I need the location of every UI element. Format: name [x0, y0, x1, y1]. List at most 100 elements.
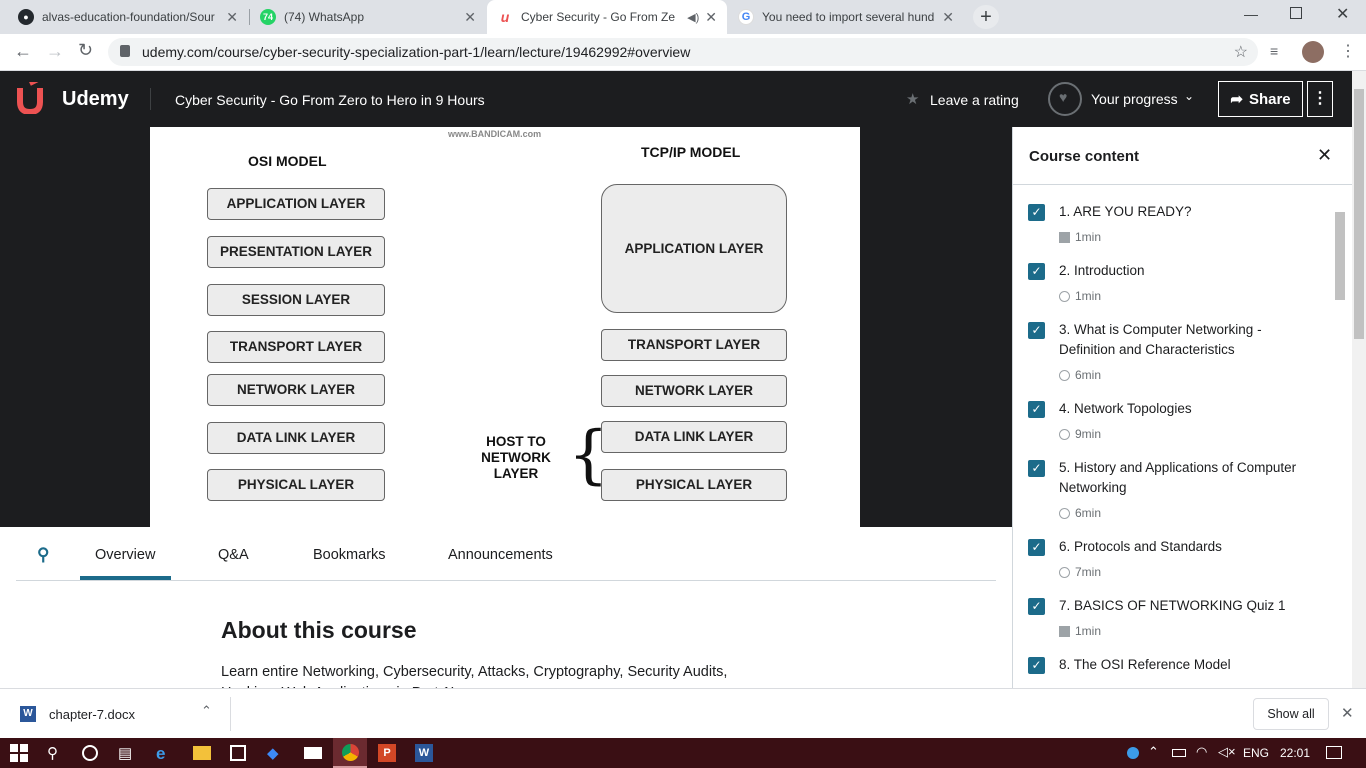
page-scrollbar[interactable]: [1352, 71, 1366, 688]
sidebar-scrollbar[interactable]: [1335, 192, 1345, 682]
item-title: 2. Introduction: [1059, 263, 1145, 278]
volume-muted-icon[interactable]: ◁×: [1218, 744, 1236, 760]
chevron-down-icon[interactable]: ⌄: [1184, 89, 1194, 103]
help-icon[interactable]: [1127, 747, 1139, 759]
checkbox-checked[interactable]: ✓: [1028, 204, 1045, 221]
video-player[interactable]: www.BANDICAM.com OSI MODEL TCP/IP MODEL …: [0, 127, 1012, 527]
profile-avatar[interactable]: [1302, 41, 1324, 63]
browser-tab-whatsapp[interactable]: 74 (74) WhatsApp ✕: [250, 0, 486, 34]
windows-start-icon[interactable]: [10, 744, 28, 762]
browser-tab-github[interactable]: ● alvas-education-foundation/Sour ✕: [8, 0, 248, 34]
about-text-line: Learn entire Networking, Cybersecurity, …: [221, 664, 728, 680]
tab-qa[interactable]: Q&A: [218, 547, 249, 563]
tab-overview[interactable]: Overview: [95, 547, 155, 563]
leave-rating-button[interactable]: Leave a rating: [930, 92, 1019, 108]
mail-icon[interactable]: [304, 747, 322, 759]
browser-tab-google[interactable]: G You need to import several hund ✕: [728, 0, 964, 34]
checkbox-checked[interactable]: ✓: [1028, 598, 1045, 615]
clock[interactable]: 22:01: [1280, 746, 1310, 760]
reload-icon[interactable]: ↻: [78, 40, 93, 61]
tcp-layer: TRANSPORT LAYER: [601, 329, 787, 361]
play-icon: [1059, 428, 1070, 440]
play-icon: [1059, 507, 1070, 519]
item-title: 6. Protocols and Standards: [1059, 539, 1222, 554]
tab-announcements[interactable]: Announcements: [448, 547, 553, 563]
dropbox-icon[interactable]: ◆: [267, 744, 285, 762]
forward-icon[interactable]: →: [46, 41, 64, 62]
more-options-button[interactable]: ⋮: [1307, 81, 1333, 117]
your-progress-button[interactable]: Your progress: [1091, 91, 1178, 107]
store-icon[interactable]: [230, 745, 246, 761]
host-to-network-label: HOST TO NETWORK LAYER: [481, 434, 551, 481]
browser-tab-udemy[interactable]: u Cyber Security - Go From Ze ◀) ✕: [487, 0, 727, 34]
tcp-layer: PHYSICAL LAYER: [601, 469, 787, 501]
new-tab-button[interactable]: +: [973, 5, 999, 29]
tcp-layer: DATA LINK LAYER: [601, 421, 787, 453]
word-file-icon: W: [20, 706, 36, 722]
address-bar[interactable]: udemy.com/course/cyber-security-speciali…: [108, 38, 1258, 66]
chevron-up-icon[interactable]: ⌃: [1148, 744, 1159, 760]
browser-toolbar: ← → ↻ udemy.com/course/cyber-security-sp…: [0, 34, 1366, 71]
checkbox-checked[interactable]: ✓: [1028, 322, 1045, 339]
item-title: 7. BASICS OF NETWORKING Quiz 1: [1059, 598, 1286, 613]
item-meta: 9min: [1059, 427, 1101, 441]
word-icon[interactable]: W: [415, 744, 433, 762]
bookmark-star-icon[interactable]: ☆: [1234, 42, 1248, 62]
checkbox-checked[interactable]: ✓: [1028, 539, 1045, 556]
battery-icon[interactable]: [1172, 749, 1186, 757]
item-meta: 1min: [1059, 289, 1101, 303]
language-indicator[interactable]: ENG: [1243, 746, 1269, 760]
google-icon: G: [738, 9, 754, 25]
udemy-header: Udemy Cyber Security - Go From Zero to H…: [0, 71, 1352, 127]
wifi-icon[interactable]: ◠: [1196, 744, 1207, 760]
item-meta: 1min: [1059, 230, 1101, 244]
play-icon: [1059, 566, 1070, 578]
close-tab-icon[interactable]: ✕: [705, 9, 717, 26]
play-icon: [1059, 290, 1070, 302]
chrome-taskbar-button[interactable]: [333, 738, 367, 768]
udemy-logo-text[interactable]: Udemy: [62, 88, 129, 111]
close-tab-icon[interactable]: ✕: [226, 9, 238, 26]
close-tab-icon[interactable]: ✕: [464, 9, 476, 26]
powerpoint-icon[interactable]: P: [378, 744, 396, 762]
course-title[interactable]: Cyber Security - Go From Zero to Hero in…: [175, 92, 485, 108]
file-icon: [1059, 625, 1070, 637]
active-tab-indicator: [80, 576, 171, 580]
checkbox-checked[interactable]: ✓: [1028, 401, 1045, 418]
checkbox-checked[interactable]: ✓: [1028, 263, 1045, 280]
share-button[interactable]: ➦ Share: [1218, 81, 1303, 117]
browser-menu-icon[interactable]: ⋮: [1340, 41, 1356, 61]
osi-layer: DATA LINK LAYER: [207, 422, 385, 454]
notifications-icon[interactable]: [1326, 746, 1342, 759]
file-explorer-icon[interactable]: [193, 746, 211, 760]
close-downloads-icon[interactable]: ✕: [1341, 704, 1354, 722]
header-divider: [150, 88, 151, 110]
chrome-icon: [342, 744, 359, 761]
tab-title: (74) WhatsApp: [284, 10, 365, 24]
task-view-icon[interactable]: ▤: [118, 744, 136, 762]
chevron-up-icon[interactable]: ⌃: [201, 703, 212, 719]
search-icon[interactable]: ⚲: [47, 744, 65, 762]
whatsapp-icon: 74: [260, 9, 276, 25]
tab-title: You need to import several hund: [762, 10, 935, 24]
back-icon[interactable]: ←: [14, 41, 32, 62]
maximize-icon[interactable]: [1290, 7, 1302, 19]
tab-title: Cyber Security - Go From Ze: [521, 10, 676, 24]
media-control-icon[interactable]: ≡: [1270, 43, 1278, 59]
download-file-name[interactable]: chapter-7.docx: [49, 707, 135, 722]
item-title: 1. ARE YOU READY?: [1059, 204, 1192, 219]
udemy-logo-icon[interactable]: [16, 78, 56, 116]
cortana-icon[interactable]: [82, 745, 98, 761]
close-sidebar-icon[interactable]: ✕: [1317, 145, 1332, 166]
show-all-button[interactable]: Show all: [1253, 698, 1329, 730]
close-tab-icon[interactable]: ✕: [942, 9, 954, 26]
minimize-icon[interactable]: —: [1244, 6, 1258, 22]
search-icon[interactable]: ⚲: [37, 545, 49, 565]
tab-bookmarks[interactable]: Bookmarks: [313, 547, 386, 563]
edge-icon[interactable]: e: [156, 744, 174, 763]
checkbox-checked[interactable]: ✓: [1028, 657, 1045, 674]
speaker-icon[interactable]: ◀): [687, 11, 699, 24]
lock-icon: [120, 45, 130, 57]
checkbox-checked[interactable]: ✓: [1028, 460, 1045, 477]
close-window-icon[interactable]: ✕: [1336, 4, 1349, 24]
